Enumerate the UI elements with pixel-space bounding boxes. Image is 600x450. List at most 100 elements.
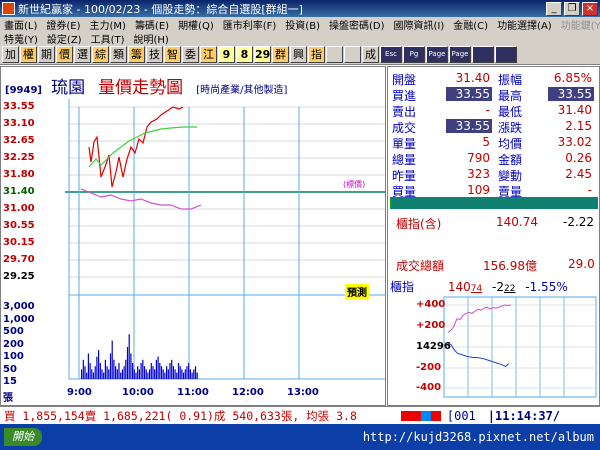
otc-index-label: 櫃指(含) xyxy=(396,217,442,231)
volume-tick-label: 100 xyxy=(3,351,24,362)
toolbar-button[interactable]: 委 xyxy=(182,46,199,63)
quote-value: 0.26 xyxy=(565,151,592,165)
menu-item[interactable]: 操盤密碼(D) xyxy=(325,17,390,32)
page-indicator[interactable]: [001 xyxy=(447,409,476,423)
quote-label: 漲跌 xyxy=(498,121,523,135)
volume-bar xyxy=(116,369,118,379)
toolbar-button[interactable]: 價 xyxy=(56,46,73,63)
volume-bar xyxy=(130,353,132,379)
toolbar-button[interactable]: Esc xyxy=(380,46,402,63)
menu-item[interactable]: 功能選擇(A) xyxy=(493,17,557,32)
menu-item[interactable]: 金融(C) xyxy=(449,17,493,32)
menu-item[interactable]: 特蒐(Y) xyxy=(0,31,43,46)
volume-bar xyxy=(121,369,123,379)
menu-item[interactable]: 主力(M) xyxy=(86,17,131,32)
volume-bar xyxy=(189,369,191,379)
volume-bar xyxy=(143,366,146,379)
mini-axis-label: -400 xyxy=(416,382,442,393)
toolbar-button[interactable]: 指 xyxy=(308,46,325,63)
volume-bar xyxy=(172,366,174,379)
toolbar-button[interactable]: Pg xyxy=(403,46,425,63)
toolbar-button[interactable]: 期 xyxy=(38,46,55,63)
price-tick-label: 31.00 xyxy=(3,203,35,214)
clock: |11:14:37/ xyxy=(487,408,561,423)
volume-tick-label: 1,000 xyxy=(3,313,35,325)
color-legend xyxy=(400,410,441,421)
quote-value: 31.40 xyxy=(455,71,490,85)
toolbar-button[interactable] xyxy=(326,46,343,63)
volume-bar xyxy=(103,372,105,379)
volume-tick-label: 3,000 xyxy=(3,301,35,312)
price-tick-label: 33.10 xyxy=(3,118,35,129)
toolbar-button[interactable]: 選 xyxy=(74,46,91,63)
close-button[interactable]: × xyxy=(582,1,598,16)
toolbar-button[interactable]: 江 xyxy=(200,46,217,63)
toolbar-button[interactable]: Page xyxy=(449,46,471,63)
menu-item[interactable]: 功能鍵(Y) xyxy=(557,17,600,32)
menu-item[interactable]: 設定(Z) xyxy=(43,31,87,46)
mini-index-value: 140 xyxy=(447,280,471,294)
toolbar-button[interactable]: 興 xyxy=(290,46,307,63)
volume-bar xyxy=(137,366,139,379)
menu-bar-primary: 畫面(L) 證券(E) 主力(M) 籌碼(E) 期權(Q) 匯市利率(F) 投資(B) 操盤密… xyxy=(0,17,600,32)
toolbar-button[interactable]: 綜 xyxy=(92,46,109,63)
volume-bar xyxy=(86,372,88,379)
toolbar-button[interactable]: 8 xyxy=(236,46,253,63)
volume-bar xyxy=(171,359,173,379)
toolbar-button[interactable] xyxy=(472,46,494,63)
toolbar-button[interactable]: 加 xyxy=(2,46,19,63)
quote-row: 開盤 31.40 振幅 6.85% xyxy=(390,71,598,87)
menu-item[interactable]: 投資(B) xyxy=(281,17,325,32)
volume-bar xyxy=(125,359,127,379)
toolbar-button[interactable]: Page xyxy=(426,46,448,63)
toolbar-button[interactable]: 智 xyxy=(164,46,181,63)
volume-tick-label: 張 xyxy=(3,392,13,404)
menu-item[interactable]: 匯市利率(F) xyxy=(219,17,282,32)
mini-index-change-decimals: 22 xyxy=(504,284,516,294)
mini-chart-header: 櫃指 14074 -222 -1.55% xyxy=(390,278,568,295)
toolbar-button[interactable]: 29 xyxy=(254,46,271,63)
menu-item[interactable]: 畫面(L) xyxy=(0,17,42,32)
forecast-tag[interactable]: 預測 xyxy=(345,284,369,299)
volume-bar xyxy=(154,369,156,379)
menu-item[interactable]: 期權(Q) xyxy=(174,17,219,32)
toolbar-button[interactable]: 9 xyxy=(218,46,235,63)
minimize-button[interactable]: _ xyxy=(546,1,562,16)
toolbar-button[interactable] xyxy=(495,46,517,63)
toolbar-button[interactable]: 權 xyxy=(20,46,37,63)
menu-item[interactable]: 籌碼(E) xyxy=(131,17,174,32)
quote-value: 33.55 xyxy=(446,87,492,101)
volume-bar xyxy=(194,366,197,379)
volume-tick-label: 15 xyxy=(3,376,17,387)
menu-item[interactable]: 證券(E) xyxy=(42,17,85,32)
menu-item[interactable]: 國際資訊(I) xyxy=(390,17,450,32)
otc-mini-chart[interactable]: 櫃指 14074 -222 -1.55% +400 +200 14296 -200 -4… xyxy=(388,275,599,405)
start-button[interactable]: 開始 xyxy=(4,428,42,446)
toolbar-button[interactable]: 類 xyxy=(110,46,127,63)
mini-up-line xyxy=(447,304,512,333)
quote-label: 金額 xyxy=(498,153,523,167)
volume-bar xyxy=(135,372,137,379)
volume-tick-label: 200 xyxy=(3,338,24,350)
toolbar-button[interactable]: 群 xyxy=(272,46,289,63)
volume-bar xyxy=(142,359,144,379)
price-tick-label: 32.25 xyxy=(3,152,35,163)
toolbar-button[interactable]: 籌 xyxy=(128,46,145,63)
toolbar-button[interactable]: 成 xyxy=(362,46,379,63)
quote-row: 單量 5 均價 33.02 xyxy=(390,135,598,151)
quote-value: - xyxy=(587,183,592,197)
average-price-line xyxy=(88,126,197,168)
toolbar-button[interactable]: 技 xyxy=(146,46,163,63)
quote-row: 昨量 323 變動 2.45 xyxy=(390,167,598,183)
menu-item[interactable]: 說明(H) xyxy=(130,31,174,46)
mini-axis-label: +200 xyxy=(416,320,446,331)
volume-bar xyxy=(176,372,178,379)
toolbar-button[interactable] xyxy=(344,46,361,63)
restore-button[interactable]: ❐ xyxy=(564,1,580,16)
reference-price-note: (標價) xyxy=(343,180,366,189)
time-tick-label: 10:00 xyxy=(122,387,154,398)
time-tick-label: 13:00 xyxy=(287,387,319,398)
quote-value: 31.40 xyxy=(557,103,592,117)
volume-bar xyxy=(96,356,98,379)
menu-item[interactable]: 工具(T) xyxy=(87,31,130,46)
